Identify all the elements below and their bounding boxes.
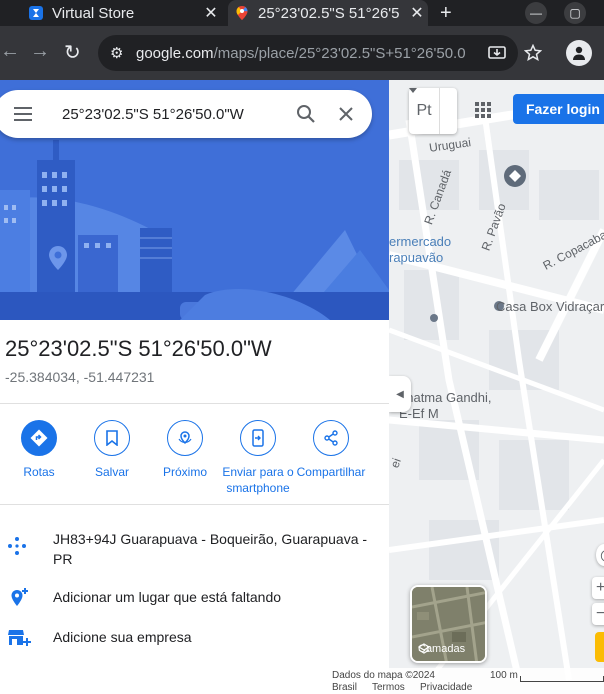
scale-bar bbox=[520, 676, 604, 682]
action-label: Próximo bbox=[162, 465, 207, 479]
search-box[interactable]: 25°23'02.5"S 51°26'50.0"W bbox=[0, 90, 372, 138]
tab-title: 25°23'02.5"S 51°26'5 bbox=[258, 4, 400, 22]
street-view-pegman-icon[interactable] bbox=[595, 632, 604, 662]
zoom-in-icon[interactable]: + bbox=[592, 577, 604, 599]
nearby-icon bbox=[167, 420, 203, 456]
add-place-icon bbox=[0, 587, 53, 609]
address-bar[interactable]: ⚙ google.com/maps/place/25°23'02.5"S+51°… bbox=[98, 35, 518, 71]
divider bbox=[0, 504, 389, 505]
profile-avatar[interactable] bbox=[566, 40, 592, 66]
add-business-row[interactable]: Adicione sua empresa bbox=[0, 627, 389, 649]
back-icon[interactable]: ← bbox=[0, 40, 20, 63]
new-tab-icon[interactable]: + bbox=[440, 2, 452, 25]
layer-toggle-label: Pt bbox=[416, 102, 432, 119]
plus-code-icon bbox=[0, 529, 53, 557]
browser-tab-bar: Virtual Store ✕ 25°23'02.5"S 51°26'5 ✕ +… bbox=[0, 0, 604, 26]
decimal-coordinates: -25.384034, -51.447231 bbox=[5, 369, 155, 385]
map-layer-toggle[interactable]: Pt bbox=[409, 88, 457, 134]
plus-code-text: JH83+94J Guarapuava - Boqueirão, Guarapu… bbox=[53, 531, 368, 567]
site-settings-icon[interactable]: ⚙ bbox=[110, 44, 136, 62]
zoom-out-icon[interactable]: − bbox=[592, 603, 604, 625]
forward-icon[interactable]: → bbox=[30, 40, 50, 63]
layers-button[interactable]: Camadas bbox=[410, 585, 487, 663]
place-side-panel: 25°23'02.5"S 51°26'50.0"W 25°23'02.5"S 5… bbox=[0, 80, 389, 694]
poi-label[interactable]: rapuavão bbox=[389, 250, 443, 265]
close-tab-icon[interactable]: ✕ bbox=[406, 3, 428, 23]
send-to-phone-icon bbox=[240, 420, 276, 456]
person-icon bbox=[573, 46, 585, 60]
collapse-panel-button[interactable]: ◀ bbox=[389, 376, 411, 412]
install-app-icon[interactable] bbox=[488, 44, 506, 62]
add-business-icon bbox=[0, 627, 53, 649]
layers-label-wrap: Camadas bbox=[418, 643, 465, 655]
bookmark-star-icon[interactable] bbox=[524, 44, 542, 62]
hamburger-menu-icon[interactable] bbox=[14, 103, 38, 125]
browser-toolbar: ← → ↻ ⚙ google.com/maps/place/25°23'02.5… bbox=[0, 26, 604, 80]
google-maps-pin-favicon bbox=[236, 6, 248, 20]
action-buttons: Rotas Salvar Próximo Enviar para o smart… bbox=[0, 420, 389, 500]
directions-icon bbox=[21, 420, 57, 456]
tab-virtual-store[interactable]: Virtual Store ✕ bbox=[22, 0, 222, 26]
map-data-credit: Dados do mapa ©2024 bbox=[332, 670, 435, 681]
place-title: 25°23'02.5"S 51°26'50.0"W bbox=[5, 336, 272, 361]
add-business-text: Adicione sua empresa bbox=[53, 629, 192, 645]
maximize-icon[interactable]: ▢ bbox=[564, 2, 586, 24]
map-canvas[interactable]: Uruguai R. Canadá R. Pavão R. Copacabana… bbox=[389, 80, 604, 694]
region-link[interactable]: Brasil bbox=[332, 682, 357, 693]
scale-label[interactable]: 100 m bbox=[490, 670, 518, 681]
action-label: Salvar bbox=[94, 465, 129, 479]
minimize-icon[interactable]: — bbox=[525, 2, 547, 24]
privacy-link[interactable]: Privacidade bbox=[420, 682, 472, 693]
action-label: Rotas bbox=[23, 465, 55, 479]
chevron-down-icon[interactable] bbox=[409, 88, 457, 134]
virtual-store-favicon bbox=[29, 6, 43, 20]
divider bbox=[0, 403, 389, 404]
layers-icon bbox=[418, 643, 430, 654]
poi-label[interactable]: Casa Box Vidraçaria bbox=[496, 299, 604, 314]
search-icon[interactable] bbox=[286, 104, 326, 124]
url-path: /maps/place/25°23'02.5"S+51°26'50.0"... bbox=[213, 44, 466, 62]
add-place-row[interactable]: Adicionar um lugar que está faltando bbox=[0, 587, 389, 609]
reload-icon[interactable]: ↻ bbox=[64, 40, 81, 65]
action-label: Compartilhar bbox=[296, 465, 366, 479]
poi-label[interactable]: ahatma Gandhi, bbox=[399, 390, 492, 405]
poi-label[interactable]: ermercado bbox=[389, 234, 451, 249]
plus-code-row[interactable]: JH83+94J Guarapuava - Boqueirão, Guarapu… bbox=[0, 529, 389, 569]
close-tab-icon[interactable]: ✕ bbox=[200, 3, 222, 23]
terms-link[interactable]: Termos bbox=[372, 682, 405, 693]
share-icon bbox=[313, 420, 349, 456]
tab-google-maps[interactable]: 25°23'02.5"S 51°26'5 ✕ bbox=[228, 0, 428, 26]
sign-in-button[interactable]: Fazer login bbox=[513, 94, 604, 124]
share-button[interactable]: Compartilhar bbox=[286, 420, 376, 480]
clear-search-icon[interactable] bbox=[326, 106, 366, 122]
add-place-text: Adicionar um lugar que está faltando bbox=[53, 589, 282, 605]
url-text[interactable]: google.com/maps/place/25°23'02.5"S+51°26… bbox=[136, 45, 466, 62]
tab-title: Virtual Store bbox=[52, 4, 135, 22]
bookmark-icon bbox=[94, 420, 130, 456]
search-query[interactable]: 25°23'02.5"S 51°26'50.0"W bbox=[62, 106, 286, 123]
url-domain: google.com bbox=[136, 44, 214, 62]
